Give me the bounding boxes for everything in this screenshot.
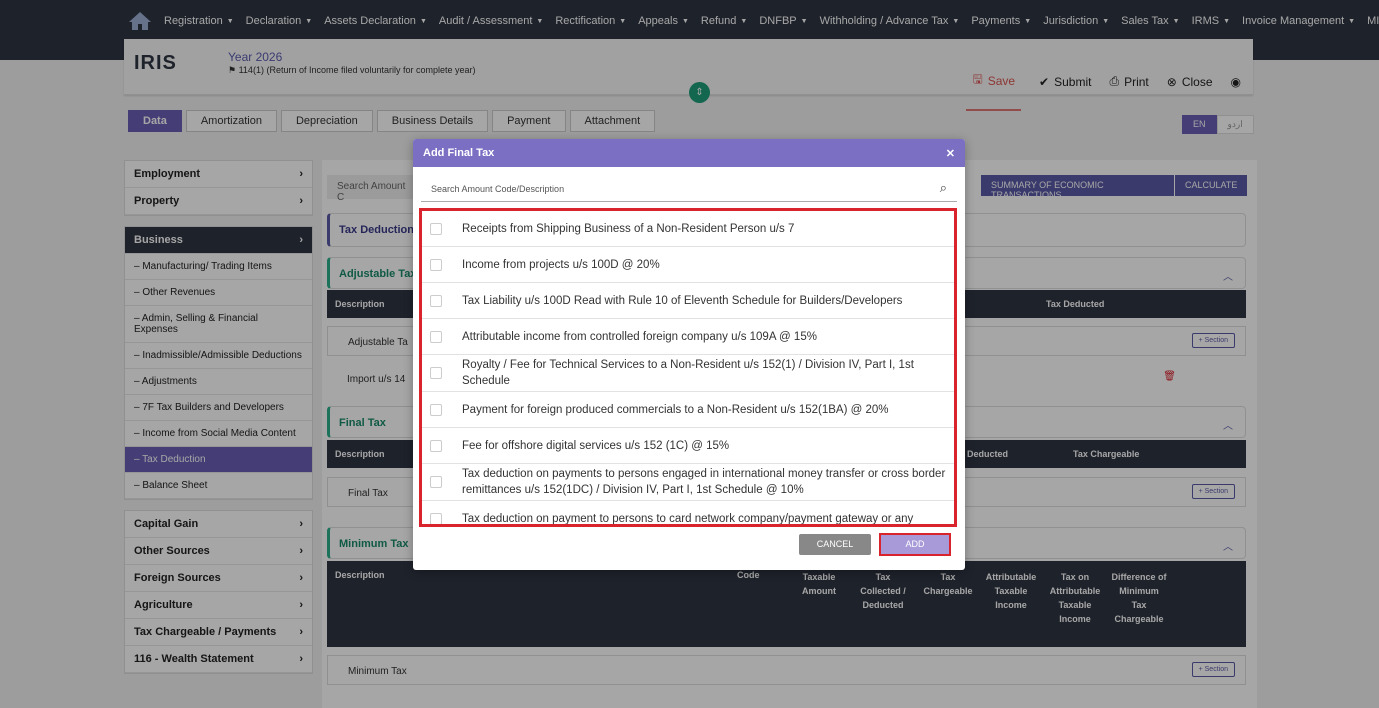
close-icon[interactable]: ✕ — [946, 147, 955, 160]
list-item-label: Receipts from Shipping Business of a Non… — [462, 222, 795, 235]
item-checkbox[interactable] — [430, 439, 442, 452]
item-checkbox[interactable] — [430, 512, 442, 524]
list-item[interactable]: Receipts from Shipping Business of a Non… — [422, 211, 954, 247]
list-item[interactable]: Tax Liability u/s 100D Read with Rule 10… — [422, 283, 954, 319]
modal-header: Add Final Tax ✕ — [413, 139, 965, 167]
list-item[interactable]: Fee for offshore digital services u/s 15… — [422, 428, 954, 464]
list-item[interactable]: Tax deduction on payment to persons to c… — [422, 501, 954, 525]
modal-title: Add Final Tax — [423, 147, 495, 159]
item-checkbox[interactable] — [430, 222, 442, 235]
list-item-label: Royalty / Fee for Technical Services to … — [462, 359, 914, 387]
list-item[interactable]: Income from projects u/s 100D @ 20% — [422, 247, 954, 283]
list-item[interactable]: Attributable income from controlled fore… — [422, 319, 954, 355]
add-button[interactable]: ADD — [879, 533, 951, 556]
add-final-tax-modal: Add Final Tax ✕ Search Amount Code/Descr… — [413, 139, 965, 570]
modal-footer: CANCEL ADD — [413, 532, 965, 560]
list-item-label: Income from projects u/s 100D @ 20% — [462, 258, 660, 271]
item-checkbox[interactable] — [430, 330, 442, 343]
list-item-label: Tax deduction on payment to persons to c… — [462, 512, 914, 525]
list-item-label: Payment for foreign produced commercials… — [462, 403, 889, 416]
list-item-label: Attributable income from controlled fore… — [462, 330, 817, 343]
search-icon[interactable]: ⌕ — [940, 180, 947, 196]
item-checkbox[interactable] — [430, 367, 442, 379]
cancel-button[interactable]: CANCEL — [799, 534, 871, 555]
item-checkbox[interactable] — [430, 476, 442, 488]
list-item[interactable]: Payment for foreign produced commercials… — [422, 392, 954, 428]
list-item-label: Tax Liability u/s 100D Read with Rule 10… — [462, 294, 903, 307]
list-item-label: Tax deduction on payments to persons eng… — [462, 468, 946, 496]
modal-search-input[interactable]: Search Amount Code/Description ⌕ — [421, 176, 957, 202]
item-checkbox[interactable] — [430, 294, 442, 307]
list-item[interactable]: Royalty / Fee for Technical Services to … — [422, 355, 954, 392]
list-item-label: Fee for offshore digital services u/s 15… — [462, 439, 730, 452]
final-tax-options-list: Receipts from Shipping Business of a Non… — [419, 208, 957, 527]
item-checkbox[interactable] — [430, 258, 442, 271]
item-checkbox[interactable] — [430, 403, 442, 416]
list-item[interactable]: Tax deduction on payments to persons eng… — [422, 464, 954, 501]
